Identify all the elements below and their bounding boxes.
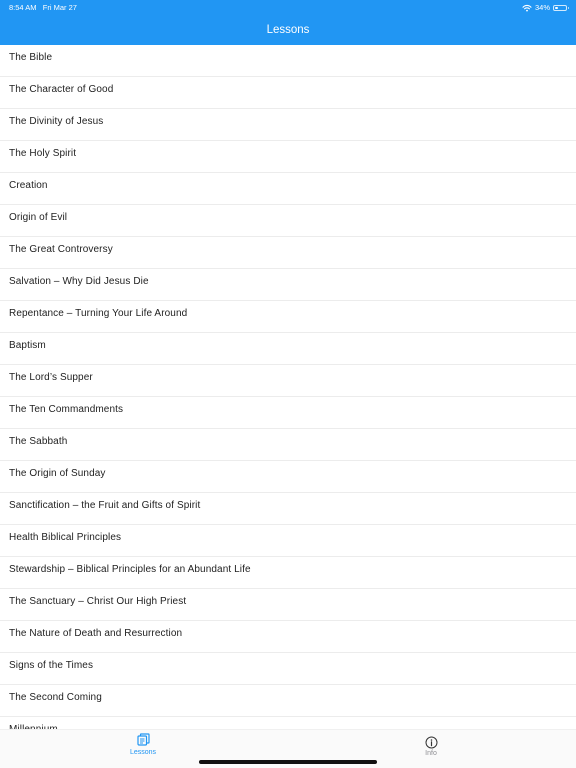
list-item-label: The Nature of Death and Resurrection	[9, 628, 183, 639]
tab-lessons-label: Lessons	[129, 749, 157, 756]
list-item-label: Health Biblical Principles	[9, 532, 122, 543]
list-item-label: The Sanctuary – Christ Our High Priest	[9, 596, 187, 607]
battery-percent: 34%	[534, 3, 550, 12]
list-item[interactable]: Repentance – Turning Your Life Around	[0, 301, 576, 333]
list-item-label: The Ten Commandments	[9, 404, 124, 415]
home-indicator	[199, 760, 377, 764]
list-item[interactable]: Signs of the Times	[0, 653, 576, 685]
list-item-label: The Origin of Sunday	[9, 468, 106, 479]
tab-info[interactable]: Info	[391, 733, 471, 761]
list-item[interactable]: Health Biblical Principles	[0, 525, 576, 557]
list-item-label: Millennium	[9, 717, 58, 729]
list-item-label: Sanctification – the Fruit and Gifts of …	[9, 500, 201, 511]
wifi-icon	[522, 0, 532, 17]
list-item[interactable]: Baptism	[0, 333, 576, 365]
lesson-list[interactable]: The Bible The Character of Good The Divini…	[0, 45, 576, 729]
list-item-label: The Divinity of Jesus	[9, 116, 104, 127]
list-item-label: Baptism	[9, 340, 46, 351]
list-item-label: The Lord’s Supper	[9, 372, 93, 383]
list-item-label: Salvation – Why Did Jesus Die	[9, 276, 149, 287]
list-item[interactable]: Sanctification – the Fruit and Gifts of …	[0, 493, 576, 525]
list-item[interactable]: The Sabbath	[0, 429, 576, 461]
book-list-icon	[136, 733, 150, 746]
tab-info-label: Info	[425, 750, 437, 757]
list-item-label: Stewardship – Biblical Principles for an…	[9, 564, 251, 575]
list-item[interactable]: The Nature of Death and Resurrection	[0, 621, 576, 653]
list-item[interactable]: The Character of Good	[0, 77, 576, 109]
list-item[interactable]: Creation	[0, 173, 576, 205]
list-item-label: Origin of Evil	[9, 212, 68, 223]
battery-icon	[553, 5, 569, 11]
status-bar-right: 34%	[522, 3, 569, 13]
status-date: Fri Mar 27	[42, 3, 77, 12]
list-item[interactable]: The Origin of Sunday	[0, 461, 576, 493]
list-item[interactable]: The Divinity of Jesus	[0, 109, 576, 141]
tab-lessons[interactable]: Lessons	[103, 733, 183, 761]
list-item[interactable]: Millennium	[0, 717, 576, 729]
status-bar-time: 8:54 AM Fri Mar 27	[9, 3, 77, 13]
list-item[interactable]: Salvation – Why Did Jesus Die	[0, 269, 576, 301]
list-item[interactable]: The Bible	[0, 45, 576, 77]
list-item-label: The Character of Good	[9, 84, 114, 95]
list-item-label: The Sabbath	[9, 436, 68, 447]
list-item-label: The Bible	[9, 52, 53, 63]
list-item-label: Creation	[9, 180, 48, 191]
info-circle-icon	[425, 736, 437, 749]
list-item[interactable]: The Holy Spirit	[0, 141, 576, 173]
list-item[interactable]: The Lord’s Supper	[0, 365, 576, 397]
list-item-label: The Second Coming	[9, 692, 102, 703]
battery-fill	[555, 7, 559, 9]
page-title: Lessons	[266, 24, 310, 36]
list-item-label: Repentance – Turning Your Life Around	[9, 308, 188, 319]
list-item[interactable]: The Sanctuary – Christ Our High Priest	[0, 589, 576, 621]
list-item[interactable]: The Ten Commandments	[0, 397, 576, 429]
list-item-label: Signs of the Times	[9, 660, 94, 671]
list-item[interactable]: Origin of Evil	[0, 205, 576, 237]
list-item[interactable]: Stewardship – Biblical Principles for an…	[0, 557, 576, 589]
list-item[interactable]: The Second Coming	[0, 685, 576, 717]
list-item-label: The Holy Spirit	[9, 148, 77, 159]
status-time: 8:54 AM	[9, 3, 37, 12]
list-item[interactable]: The Great Controversy	[0, 237, 576, 269]
list-item-label: The Great Controversy	[9, 244, 113, 255]
app-header: 8:54 AM Fri Mar 27 34% Lessons	[0, 0, 576, 45]
